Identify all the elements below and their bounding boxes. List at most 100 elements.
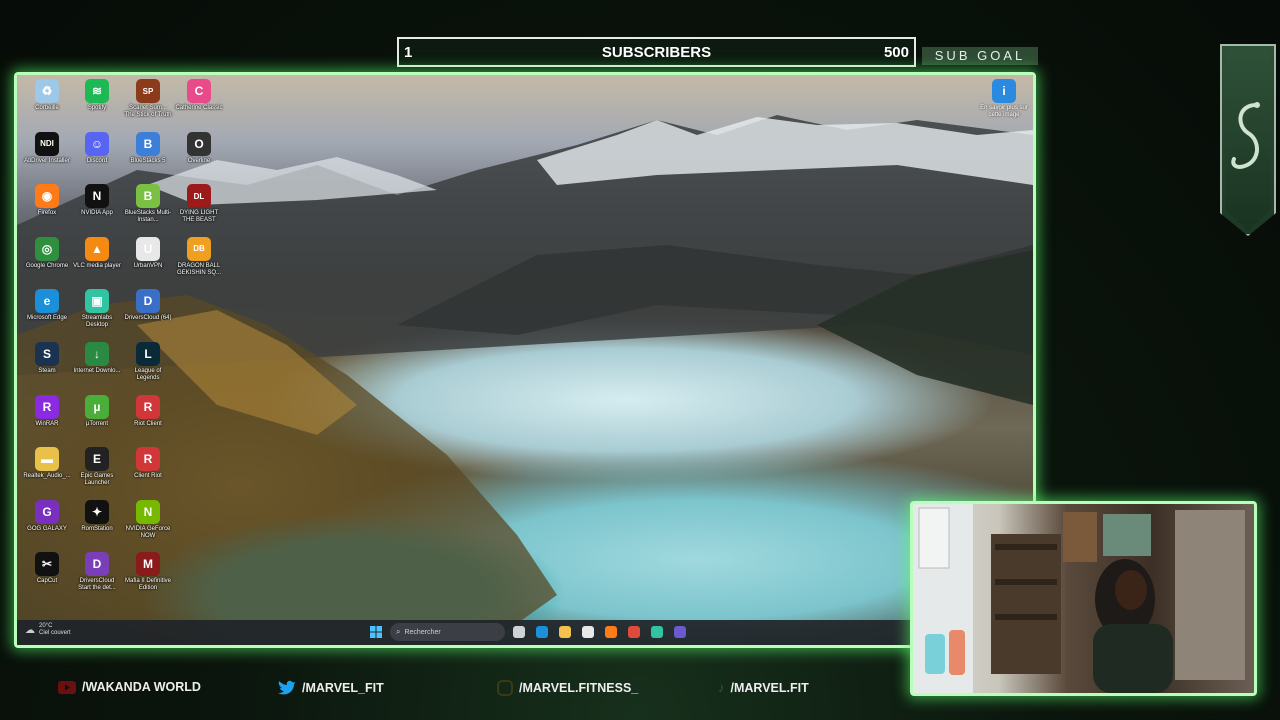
- desktop-shortcut[interactable]: DB DRAGON BALL GEKISHIN SQ...: [175, 236, 223, 289]
- desktop-shortcut-label: Client Riot: [134, 473, 162, 480]
- store-icon[interactable]: [579, 623, 597, 641]
- edge-icon: e: [35, 289, 59, 314]
- nvidia-icon: N: [85, 184, 109, 209]
- desktop-shortcut-label: NVIDIA App: [81, 210, 113, 217]
- firefox-icon-glyph: [605, 626, 617, 638]
- desktop-shortcut[interactable]: D DriversCloud Start the det...: [73, 552, 121, 604]
- bluestacks-icon[interactable]: [671, 623, 689, 641]
- webcam-scene: [913, 504, 1245, 693]
- desktop-shortcut[interactable]: L League of Legends: [124, 342, 172, 394]
- chrome-icon-glyph: [628, 626, 640, 638]
- desktop-shortcut[interactable]: ▣ Streamlabs Desktop: [73, 289, 121, 341]
- desktop-shortcut[interactable]: R Client Riot: [124, 447, 172, 499]
- desktop-shortcut-label: UrbanVPN: [133, 262, 163, 269]
- sub-goal-tag: SUB GOAL: [922, 47, 1038, 65]
- desktop-shortcut-label: AtiDriver Installer: [24, 157, 70, 164]
- firefox-icon: ◉: [35, 184, 59, 209]
- desktop-shortcut-label: µTorrent: [85, 420, 109, 427]
- edge-icon[interactable]: [533, 623, 551, 641]
- desktop-shortcut[interactable]: ✦ RomStation: [73, 499, 121, 552]
- desktop-shortcut[interactable]: e Microsoft Edge: [23, 289, 71, 341]
- mafia-icon: M: [136, 552, 160, 577]
- winrar-icon: R: [35, 394, 59, 419]
- epic-icon: E: [85, 447, 109, 472]
- learn-about-image-shortcut[interactable]: i En savoir plus sur cette image: [979, 79, 1029, 119]
- streamlabs-icon[interactable]: [648, 623, 666, 641]
- task-view-icon-glyph: [513, 626, 525, 638]
- youtube-icon: [58, 680, 76, 694]
- desktop-shortcut-label: Streamlabs Desktop: [81, 315, 113, 329]
- steam-icon: S: [35, 342, 59, 366]
- south-park-icon: SP: [136, 79, 160, 103]
- desktop-shortcut[interactable]: O Overline: [175, 131, 223, 184]
- instagram-icon: [497, 680, 513, 696]
- desktop-shortcut[interactable]: E Epic Games Launcher: [73, 447, 121, 499]
- desktop-shortcut-label: Scarlet Sum... The Stick of Truth: [124, 105, 172, 118]
- desktop-shortcut[interactable]: ◉ Firefox: [23, 184, 71, 236]
- desktop-shortcut[interactable]: SP Scarlet Sum... The Stick of Truth: [124, 79, 172, 131]
- desktop-shortcut-label: Epic Games Launcher: [80, 473, 114, 487]
- desktop-shortcut-label: DriversCloud Start the det...: [78, 578, 116, 592]
- folder-icon: ▬: [35, 447, 59, 472]
- desktop-shortcut[interactable]: ✂ CapCut: [23, 552, 71, 604]
- chrome-icon[interactable]: [625, 623, 643, 641]
- taskbar-search[interactable]: ⌕ Rechercher: [390, 623, 505, 641]
- driverscloud-icon: D: [85, 552, 109, 577]
- desktop-shortcut-label: WinRAR: [35, 420, 59, 427]
- twitter-handle: /MARVEL_FIT: [302, 680, 384, 695]
- desktop-shortcut[interactable]: D DriversCloud (64): [124, 289, 172, 341]
- social-twitter[interactable]: /MARVEL_FIT: [278, 680, 384, 695]
- desktop-shortcut[interactable]: NDI AtiDriver Installer: [23, 131, 71, 184]
- desktop-shortcut[interactable]: M Mafia II Definitive Edition: [124, 552, 172, 604]
- twitter-icon: [278, 680, 296, 695]
- start-button[interactable]: [367, 623, 385, 641]
- desktop-shortcut-label: BlueStacks 5: [130, 157, 166, 164]
- desktop-shortcut[interactable]: ↓ Internet Downlo...: [73, 342, 121, 394]
- social-tiktok[interactable]: ♪ /MARVEL.FIT: [718, 680, 809, 695]
- search-icon: ⌕: [396, 627, 401, 636]
- desktop-shortcut-label: VLC media player: [73, 262, 121, 269]
- social-youtube[interactable]: /WAKANDA WORLD: [58, 680, 201, 694]
- desktop-shortcut-label: DYING LIGHT THE BEAST: [179, 210, 219, 224]
- desktop-shortcut-label: BlueStacks Multi-Instan...: [124, 210, 172, 224]
- desktop-shortcut[interactable]: G GOG GALAXY: [23, 499, 71, 552]
- task-view-icon[interactable]: [510, 623, 528, 641]
- desktop-shortcut[interactable]: DL DYING LIGHT THE BEAST: [175, 184, 223, 236]
- bluestacks-multi-icon: B: [136, 184, 160, 209]
- dying-light-icon: DL: [187, 184, 211, 209]
- desktop-shortcut[interactable]: ☺ Discord: [73, 131, 121, 184]
- ndi-icon: NDI: [35, 131, 59, 156]
- desktop-shortcut[interactable]: N NVIDIA GeForce NOW: [124, 499, 172, 552]
- desktop-shortcut[interactable]: U UrbanVPN: [124, 236, 172, 289]
- desktop-shortcut[interactable]: ▲ VLC media player: [73, 236, 121, 289]
- geforce-now-icon: N: [136, 499, 160, 524]
- desktop-shortcut-label: League of Legends: [134, 368, 162, 381]
- desktop-shortcut[interactable]: R WinRAR: [23, 394, 71, 447]
- desktop-shortcut[interactable]: B BlueStacks 5: [124, 131, 172, 184]
- taskbar-apps: [510, 623, 689, 641]
- desktop-shortcut[interactable]: B BlueStacks Multi-Instan...: [124, 184, 172, 236]
- riot-icon: R: [136, 394, 160, 419]
- desktop-shortcut-label: Corbeille: [35, 105, 59, 111]
- desktop-shortcut[interactable]: C Catherine Classic: [175, 79, 223, 131]
- desktop-shortcut-label: Spotify: [87, 105, 107, 111]
- desktop-shortcut[interactable]: ▬ Realtek_Audio_...: [23, 447, 71, 499]
- desktop-shortcut[interactable]: ♻ Corbeille: [23, 79, 71, 131]
- tiktok-handle: /MARVEL.FIT: [730, 680, 809, 695]
- desktop-shortcut[interactable]: ◎ Google Chrome: [23, 236, 71, 289]
- weather-widget[interactable]: ☁ 20°C Ciel couvert: [25, 623, 71, 637]
- desktop-shortcut[interactable]: µ µTorrent: [73, 394, 121, 447]
- social-instagram[interactable]: /MARVEL.FITNESS_: [497, 680, 638, 696]
- file-explorer-icon[interactable]: [556, 623, 574, 641]
- desktop-shortcut-label: GOG GALAXY: [27, 525, 67, 532]
- desktop-shortcut[interactable]: S Steam: [23, 342, 71, 394]
- desktop-shortcut[interactable]: N NVIDIA App: [73, 184, 121, 236]
- desktop-shortcut[interactable]: ≋ Spotify: [73, 79, 121, 131]
- dragon-ball-icon: DB: [187, 236, 211, 261]
- firefox-icon[interactable]: [602, 623, 620, 641]
- idm-icon: ↓: [85, 342, 109, 366]
- desktop-shortcut[interactable]: R Riot Client: [124, 394, 172, 447]
- tiktok-icon: ♪: [718, 680, 725, 695]
- romstation-icon: ✦: [85, 499, 109, 524]
- spotify-icon: ≋: [85, 79, 109, 103]
